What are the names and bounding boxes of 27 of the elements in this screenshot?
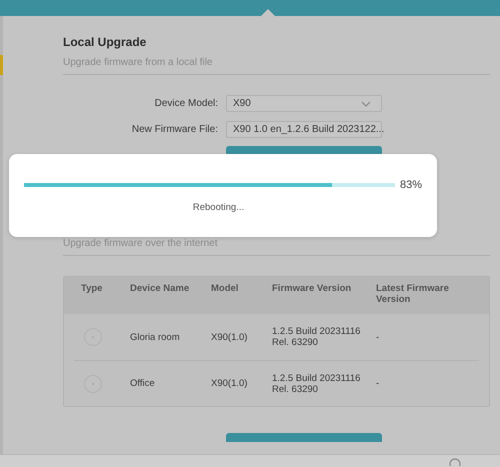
- column-header: Firmware Version: [272, 283, 352, 296]
- table-cell-text: X90(1.0): [211, 332, 248, 342]
- table-cell-text: -: [376, 378, 380, 389]
- field-label: New Firmware File:: [130, 124, 218, 135]
- action-button[interactable]: [226, 433, 382, 442]
- progress-percent: 83%: [400, 179, 422, 191]
- section-subtitle: Upgrade firmware from a local file: [63, 57, 490, 75]
- table-cell-text: 1.2.5 Build 20231116 Rel. 63290: [272, 326, 362, 348]
- column-header: Type: [80, 283, 104, 296]
- action-button[interactable]: [226, 146, 382, 154]
- table-cell-text: Office: [130, 378, 156, 389]
- chevron-down-icon: [361, 100, 371, 106]
- sidebar-marker: [0, 55, 3, 75]
- firmware-file-field[interactable]: X90 1.0 en_1.2.6 Build 2023122...: [226, 121, 382, 138]
- table-cell-text: X90(1.0): [211, 378, 248, 389]
- device-model-select[interactable]: X90: [226, 95, 382, 112]
- table-cell-text: Gloria room: [130, 332, 181, 342]
- table-cell-text: 1.2.5 Build 20231116 Rel. 63290: [272, 372, 362, 394]
- pointer-icon: [261, 9, 275, 16]
- field-label: Device Model:: [154, 98, 218, 109]
- column-header: Device Name: [130, 283, 190, 296]
- table-cell-text: -: [376, 332, 380, 342]
- section-subtitle: Upgrade firmware over the internet: [63, 238, 490, 256]
- status-text: Rebooting...: [192, 202, 246, 213]
- section-title: Local Upgrade: [63, 35, 148, 49]
- column-header: Latest Firmware Version: [376, 283, 450, 307]
- column-header: Model: [211, 283, 240, 296]
